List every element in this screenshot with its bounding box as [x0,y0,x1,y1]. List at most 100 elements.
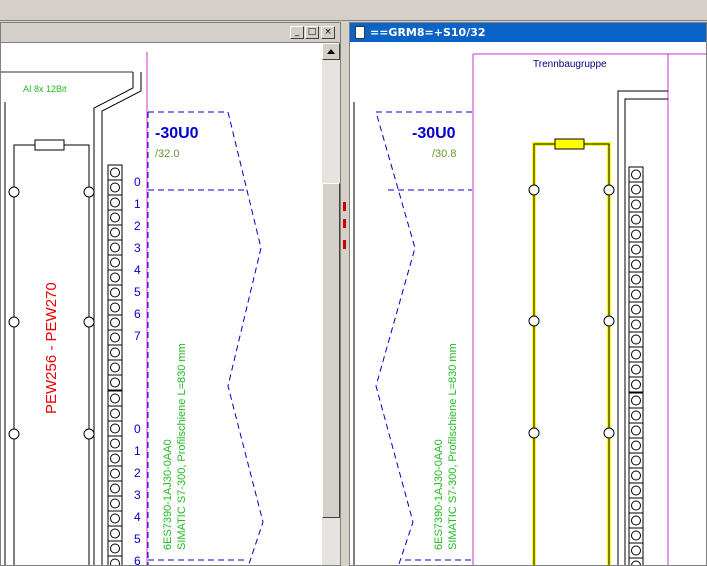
terminal-screw [631,169,641,180]
terminal-screw [631,319,641,330]
channel-number: 1 [134,444,141,458]
terminal-screw [110,377,120,388]
splitter-grip [343,219,346,228]
terminal-screw [631,425,641,436]
window-splitter[interactable] [341,22,349,566]
arrow-up-icon [327,49,335,54]
right-window-title: ==GRM8=+S10/32 [370,26,486,39]
terminal-strip-bottom [628,392,644,565]
channel-number: 0 [134,422,141,436]
slot-ref-label: /32.0 [155,148,180,160]
right-document-window[interactable]: ==GRM8=+S10/32 Trennbaugruppe -30U0 /30.… [349,22,707,566]
left-window-titlebar[interactable]: _ □ × [1,23,340,43]
mount-hole [603,427,615,439]
left-document-window[interactable]: _ □ × AI 8x 12Bit -30U0 /32.0 PEW256 - P… [0,22,341,566]
terminal-screw [110,423,120,434]
mount-hole [83,316,95,328]
terminal-screw [631,455,641,466]
channel-number: 0 [134,175,141,189]
channel-number: 5 [134,285,141,299]
terminal-screw [110,302,120,313]
slot-ref-label: /30.8 [432,148,457,160]
terminal-screw [631,410,641,421]
terminal-screw [110,528,120,539]
terminal-screw [110,453,120,464]
minimize-button[interactable]: _ [290,26,304,39]
terminal-screw [631,244,641,255]
terminal-strip-bottom [107,390,123,565]
close-button[interactable]: × [321,26,335,39]
channel-number: 5 [134,532,141,546]
selected-module-highlight [532,142,611,565]
terminal-screw [631,440,641,451]
terminal-screw [110,212,120,223]
splitter-grip [343,202,346,211]
terminal-screw [631,184,641,195]
top-toolbar-strip [0,0,707,21]
channel-number: 7 [134,329,141,343]
terminal-screw [631,545,641,556]
terminal-screw [631,214,641,225]
mount-hole [528,315,540,327]
slot-id-label: -30U0 [412,125,456,142]
channel-number: 4 [134,510,141,524]
terminal-screw [110,393,120,404]
terminal-screw [110,317,120,328]
mount-hole [8,428,20,440]
terminal-screw [110,182,120,193]
mount-hole [528,184,540,196]
rail-description: SIMATIC S7-300, Profilschiene L=830 mm [447,343,459,550]
terminal-screw [631,349,641,360]
right-window-titlebar[interactable]: ==GRM8=+S10/32 [350,23,706,42]
terminal-screw [110,483,120,494]
terminal-screw [631,199,641,210]
terminal-screw [110,167,120,178]
terminal-screw [110,408,120,419]
splitter-grip [343,240,346,249]
scroll-up-button[interactable] [322,43,340,60]
mount-hole [83,428,95,440]
maximize-button[interactable]: □ [305,26,319,39]
mount-hole [8,186,20,198]
terminal-strip-top [628,166,644,393]
address-range-label: PEW256 - PEW270 [43,282,60,414]
right-drawing-canvas[interactable]: Trennbaugruppe -30U0 /30.8 6ES7390-1AJ30… [350,42,706,565]
terminal-screw [631,530,641,541]
terminal-screw [110,558,120,565]
terminal-screw [110,257,120,268]
document-icon [355,26,365,39]
terminal-screw [631,259,641,270]
terminal-screw [631,274,641,285]
module-title: Trennbaugruppe [533,59,607,70]
rail-description: SIMATIC S7-300, Profilschiene L=830 mm [176,343,188,550]
terminal-screw [110,197,120,208]
mount-hole [528,427,540,439]
module-title: AI 8x 12Bit [23,84,67,94]
rail-part-number: 6ES7390-1AJ30-0AA0 [433,439,445,550]
terminal-screw [631,229,641,240]
channel-number: 3 [134,488,141,502]
terminal-screw [631,515,641,526]
channel-number: 6 [134,554,141,566]
mount-hole [83,186,95,198]
channel-number: 2 [134,219,141,233]
terminal-screw [110,438,120,449]
terminal-screw [631,364,641,375]
terminal-screw [110,347,120,358]
terminal-screw [631,289,641,300]
terminal-screw [110,242,120,253]
module-latch [554,138,585,150]
slot-id-label: -30U0 [155,125,199,142]
terminal-screw [631,560,641,565]
mount-hole [8,316,20,328]
terminal-screw [110,227,120,238]
terminal-screw [631,304,641,315]
selected-module-body [533,143,610,565]
terminal-screw [110,287,120,298]
vertical-scrollbar[interactable] [322,43,340,565]
terminal-screw [631,500,641,511]
scroll-thumb[interactable] [322,183,340,518]
channel-number: 3 [134,241,141,255]
terminal-screw [631,395,641,406]
left-drawing-canvas[interactable]: AI 8x 12Bit -30U0 /32.0 PEW256 - PEW270 … [1,42,340,565]
